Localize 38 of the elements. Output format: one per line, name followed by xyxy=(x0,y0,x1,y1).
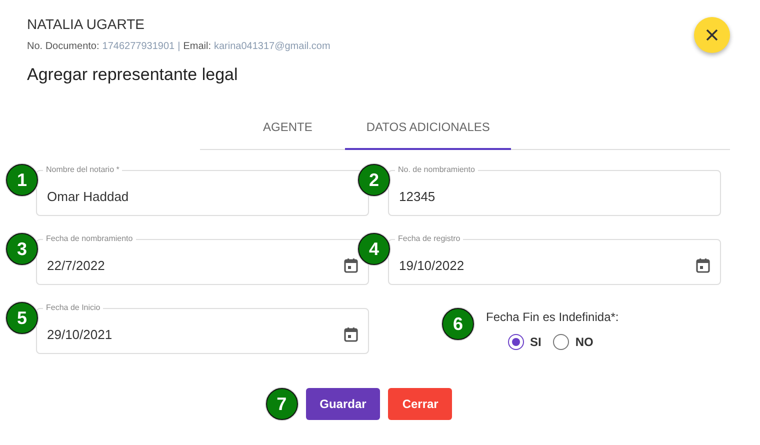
close-icon xyxy=(706,29,718,41)
calendar-icon[interactable] xyxy=(344,326,358,342)
number-badge: 7 xyxy=(266,388,298,420)
radio-group-label: Fecha Fin es Indefinida*: xyxy=(486,310,619,324)
calendar-icon[interactable] xyxy=(696,258,710,272)
radio-label: SI xyxy=(530,335,542,349)
number-badge: 1 xyxy=(6,164,38,196)
field-value: 22/7/2022 xyxy=(47,258,105,272)
calendar-icon[interactable] xyxy=(344,258,358,272)
radio-label: NO xyxy=(575,335,594,349)
field-value: 12345 xyxy=(399,188,436,204)
person-name: NATALIA UGARTE xyxy=(27,16,144,32)
email-address: karina041317@gmail.com xyxy=(214,41,330,52)
close-button[interactable]: Cerrar xyxy=(388,388,452,420)
radio-button[interactable] xyxy=(508,334,524,350)
number-badge: 3 xyxy=(6,233,38,265)
tab[interactable]: DATOS ADICIONALES xyxy=(345,108,511,150)
field-label: Fecha de registro xyxy=(395,234,464,243)
field-value: Omar Haddad xyxy=(47,188,129,204)
close-button[interactable] xyxy=(694,17,730,53)
field-label: Fecha de Inicio xyxy=(43,303,104,312)
number-badge: 5 xyxy=(6,302,38,334)
number-badge: 4 xyxy=(358,233,390,265)
document-label: No. Documento: xyxy=(27,41,100,52)
field-value: 29/10/2021 xyxy=(47,326,112,342)
save-button[interactable]: Guardar xyxy=(306,388,380,420)
field-label: Nombre del notario * xyxy=(43,165,122,174)
dialog-title: Agregar representante legal xyxy=(27,65,238,85)
field-label: No. de nombramiento xyxy=(395,165,478,174)
number-badge: 6 xyxy=(442,308,474,340)
email-label: Email: xyxy=(183,41,211,52)
document-number: 1746277931901 xyxy=(102,41,175,52)
field-label: Fecha de nombramiento xyxy=(43,234,136,243)
number-badge: 2 xyxy=(358,164,390,196)
separator: | xyxy=(178,41,180,52)
radio-button[interactable] xyxy=(553,334,570,350)
tab[interactable]: AGENTE xyxy=(242,108,334,150)
field-value: 19/10/2022 xyxy=(399,258,464,272)
